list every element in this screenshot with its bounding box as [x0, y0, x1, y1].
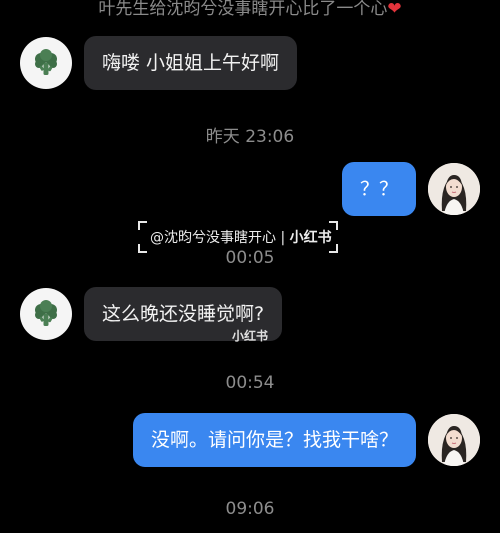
message-row-incoming: 嗨喽 小姐姐上午好啊	[20, 36, 298, 90]
watermark-separator: |	[280, 230, 286, 246]
timestamp: 昨天 23:06	[205, 127, 295, 147]
timestamp: 00:54	[225, 373, 275, 393]
heart-icon: ❤	[387, 0, 402, 19]
broccoli-icon[interactable]	[20, 37, 72, 89]
girl-avatar[interactable]	[428, 414, 480, 466]
timestamp: 00:05	[225, 248, 275, 268]
girl-avatar[interactable]	[428, 163, 480, 215]
message-row-outgoing: ？？	[341, 162, 480, 216]
message-bubble[interactable]: 没啊。请问你是？找我干啥？	[132, 413, 416, 467]
message-row-outgoing: 没啊。请问你是？找我干啥？	[132, 413, 480, 467]
like-notice-text: 叶先生给沈昀兮没事瞎开心比了一个心	[98, 0, 388, 19]
watermark-small: 小红书	[232, 329, 269, 343]
watermark-handle: @沈昀兮没事瞎开心	[150, 230, 276, 246]
watermark-text: @沈昀兮没事瞎开心 | 小红书	[150, 227, 332, 247]
like-notice: 叶先生给沈昀兮没事瞎开心比了一个心❤	[0, 0, 500, 19]
message-bubble[interactable]: ？？	[341, 162, 416, 216]
message-bubble[interactable]: 嗨喽 小姐姐上午好啊	[84, 36, 298, 90]
watermark-brand: 小红书	[289, 230, 332, 246]
broccoli-icon[interactable]	[20, 288, 72, 340]
timestamp: 09:06	[225, 499, 275, 519]
